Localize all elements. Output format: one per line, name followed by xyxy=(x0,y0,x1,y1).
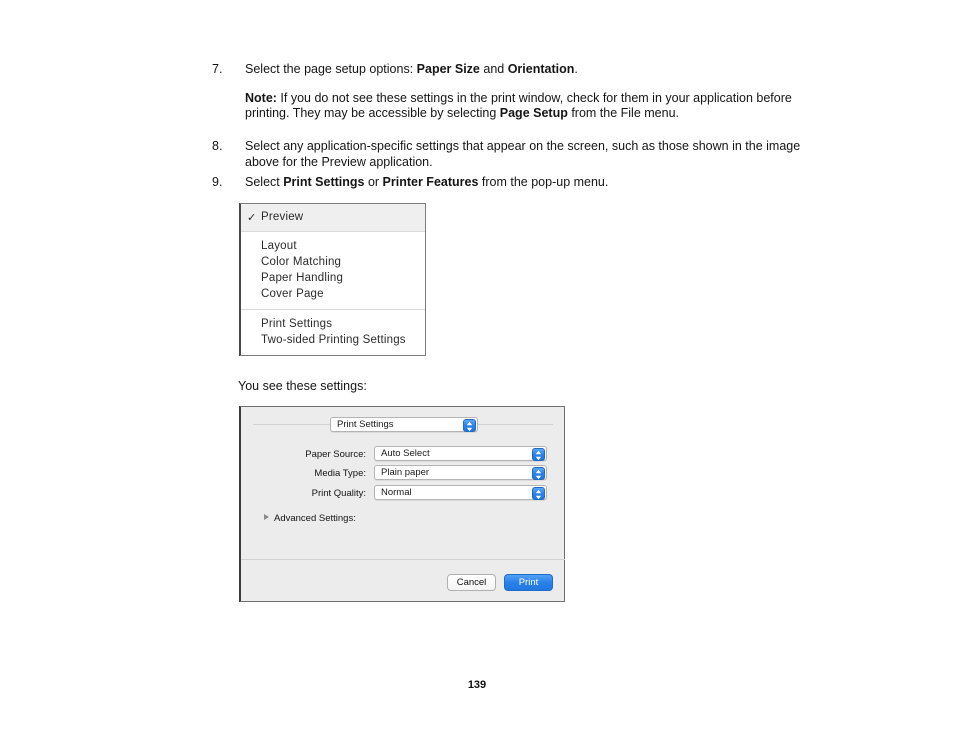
caption-you-see-these-settings: You see these settings: xyxy=(238,379,367,393)
menu-item-label: Preview xyxy=(261,211,304,223)
pane-select-value: Print Settings xyxy=(337,419,394,430)
print-quality-value: Normal xyxy=(381,487,412,498)
menu-item-preview[interactable]: ✓ Preview xyxy=(241,209,425,225)
media-type-select[interactable]: Plain paper xyxy=(374,465,547,480)
step-7-line-1: Select the page setup options: Paper Siz… xyxy=(245,62,578,76)
list-item-step-8: 8. Select any application-specific setti… xyxy=(212,139,832,170)
page-number: 139 xyxy=(467,679,487,691)
step-number: 7. xyxy=(212,62,223,76)
menu-item-two-sided-printing-settings[interactable]: Two-sided Printing Settings xyxy=(241,332,425,348)
step-9-line-1: Select Print Settings or Printer Feature… xyxy=(245,175,609,189)
menu-item-paper-handling[interactable]: Paper Handling xyxy=(241,270,425,286)
menu-item-label: Color Matching xyxy=(261,256,342,268)
step-7-note: Note: If you do not see these settings i… xyxy=(245,90,792,121)
pane-select[interactable]: Print Settings xyxy=(330,417,478,432)
print-settings-dialog[interactable]: Print Settings Paper Source: Auto Select… xyxy=(239,406,565,602)
media-type-label: Media Type: xyxy=(314,468,366,479)
paper-source-label: Paper Source: xyxy=(305,449,366,460)
paper-source-value: Auto Select xyxy=(381,448,430,459)
list-item-step-9: 9. Select Print Settings or Printer Feat… xyxy=(212,175,832,191)
cancel-button[interactable]: Cancel xyxy=(447,574,496,591)
checkmark-icon: ✓ xyxy=(247,212,257,224)
list-item-step-7: 7. Select the page setup options: Paper … xyxy=(212,62,832,122)
print-quality-select[interactable]: Normal xyxy=(374,485,547,500)
popup-menu-group-1: Layout Color Matching Paper Handling Cov… xyxy=(241,232,425,309)
menu-item-label: Cover Page xyxy=(261,288,324,300)
menu-item-layout[interactable]: Layout xyxy=(241,238,425,254)
step-number: 8. xyxy=(212,139,223,153)
popup-menu-header: ✓ Preview xyxy=(241,204,425,232)
dialog-bottom-divider xyxy=(241,559,565,560)
advanced-settings-disclosure[interactable]: Advanced Settings: xyxy=(264,513,356,524)
paper-source-select[interactable]: Auto Select xyxy=(374,446,547,461)
print-preset-popup-menu[interactable]: ✓ Preview Layout Color Matching Paper Ha… xyxy=(239,203,426,356)
popup-menu-group-2: Print Settings Two-sided Printing Settin… xyxy=(241,309,425,355)
menu-item-label: Print Settings xyxy=(261,318,333,330)
triangle-right-icon[interactable] xyxy=(264,514,269,520)
print-button[interactable]: Print xyxy=(504,574,553,591)
step-8-line-1: Select any application-specific settings… xyxy=(245,139,801,169)
menu-item-print-settings[interactable]: Print Settings xyxy=(241,316,425,332)
media-type-value: Plain paper xyxy=(381,467,430,478)
menu-item-cover-page[interactable]: Cover Page xyxy=(241,286,425,302)
print-quality-label: Print Quality: xyxy=(311,488,366,499)
step-number: 9. xyxy=(212,175,223,189)
menu-item-color-matching[interactable]: Color Matching xyxy=(241,254,425,270)
menu-item-label: Two-sided Printing Settings xyxy=(261,334,406,346)
menu-item-label: Paper Handling xyxy=(261,272,344,284)
chevron-up-down-icon[interactable] xyxy=(532,467,545,480)
menu-item-label: Layout xyxy=(261,240,297,252)
chevron-up-down-icon[interactable] xyxy=(532,448,545,461)
chevron-up-down-icon[interactable] xyxy=(463,419,476,432)
chevron-up-down-icon[interactable] xyxy=(532,487,545,500)
advanced-settings-label: Advanced Settings: xyxy=(274,513,356,524)
